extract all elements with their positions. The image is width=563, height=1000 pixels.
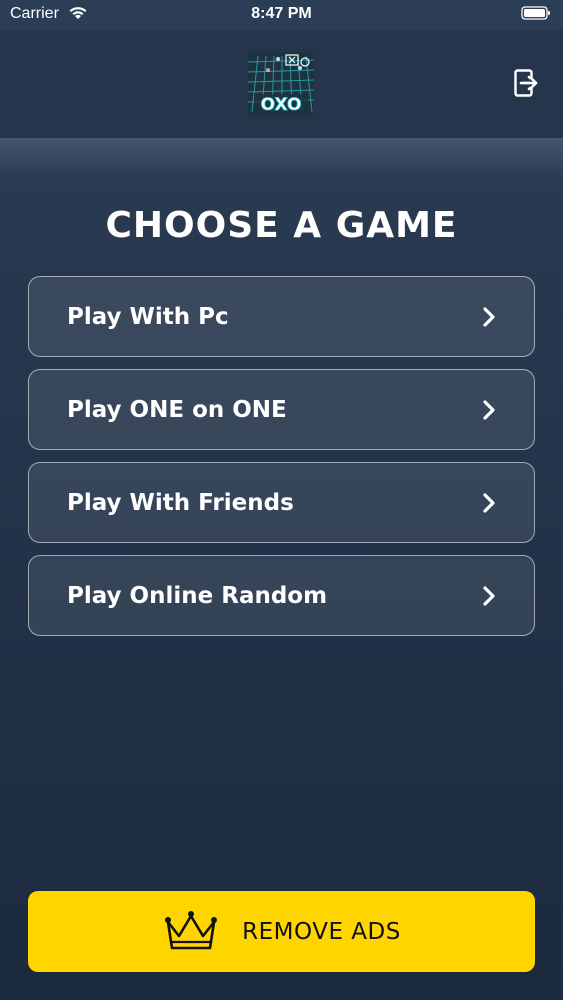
chevron-right-icon: [483, 493, 495, 513]
page-title: CHOOSE A GAME: [105, 205, 458, 246]
oxo-grid-logo-icon: OXO: [247, 52, 315, 116]
menu-item-play-one-on-one[interactable]: Play ONE on ONE: [28, 369, 535, 450]
menu-item-label: Play With Pc: [67, 303, 229, 330]
chevron-right-icon: [483, 307, 495, 327]
remove-ads-label: REMOVE ADS: [242, 918, 401, 945]
menu-item-label: Play Online Random: [67, 582, 328, 609]
battery-icon: [521, 6, 550, 20]
menu-item-play-online-random[interactable]: Play Online Random: [28, 555, 535, 636]
logo-text: OXO: [261, 95, 302, 115]
menu-item-play-with-friends[interactable]: Play With Friends: [28, 462, 535, 543]
status-time: 8:47 PM: [251, 5, 312, 22]
remove-ads-button[interactable]: REMOVE ADS: [28, 891, 535, 972]
crown-icon: [165, 910, 218, 949]
menu-item-play-with-pc[interactable]: Play With Pc: [28, 276, 535, 357]
oxo-logo: OXO: [247, 52, 315, 116]
header-shadow: [0, 138, 563, 178]
chevron-right-icon: [483, 400, 495, 420]
logout-icon[interactable]: [514, 69, 540, 97]
status-bar: Carrier 8:47 PM: [0, 0, 563, 30]
menu-item-label: Play With Friends: [67, 489, 294, 516]
chevron-right-icon: [483, 586, 495, 606]
menu-item-label: Play ONE on ONE: [67, 396, 287, 423]
